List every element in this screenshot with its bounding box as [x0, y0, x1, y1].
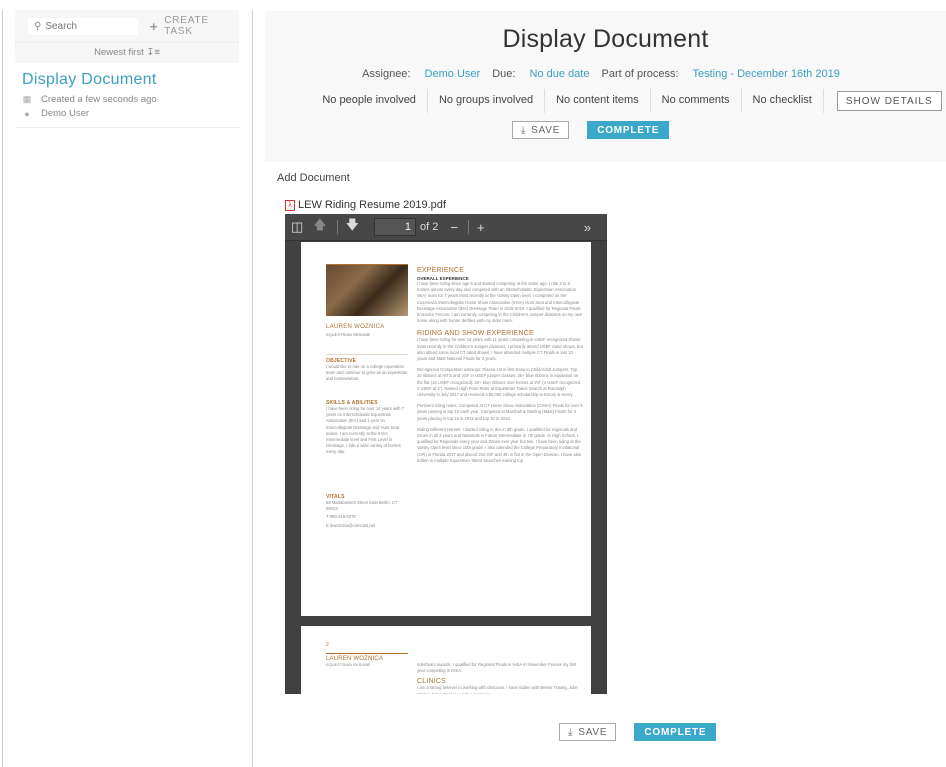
comments[interactable]: No comments: [651, 89, 742, 113]
skills-text: I have been riding for over 14 years wit…: [326, 406, 404, 455]
next-page-icon[interactable]: 🡇: [346, 216, 359, 238]
search-input[interactable]: ⚲ Search: [28, 17, 138, 35]
footer-actions: ⤓ SAVE COMPLETE: [559, 723, 717, 741]
show-details-button[interactable]: SHOW DETAILS: [836, 91, 942, 111]
wins-text: Recognized Competition winnings: Placed …: [417, 367, 582, 398]
experience-heading: EXPERIENCE: [417, 267, 465, 274]
search-placeholder: Search: [45, 20, 78, 32]
task-created-text: Created a few seconds ago: [41, 94, 157, 105]
task-meta: Assignee: Demo User Due: No due date Par…: [265, 68, 946, 80]
content-items[interactable]: No content items: [545, 89, 651, 113]
page2-content: rider/team awards. I qualified for Regio…: [417, 662, 583, 694]
objective-text: I would like to ride on a college equest…: [326, 364, 408, 382]
attached-file[interactable]: λ LEW Riding Resume 2019.pdf: [285, 199, 446, 211]
due-date-link[interactable]: No due date: [530, 68, 590, 80]
file-name-link[interactable]: LEW Riding Resume 2019.pdf: [298, 199, 446, 211]
continued-text: rider/team awards. I qualified for Regio…: [417, 662, 577, 674]
task-title[interactable]: Display Document: [22, 71, 232, 89]
process-link[interactable]: Testing - December 16th 2019: [692, 68, 839, 80]
people-involved[interactable]: No people involved: [311, 89, 428, 113]
rider-photo: [326, 264, 408, 316]
save-label: SAVE: [531, 124, 561, 136]
task-user-text: Demo User: [41, 108, 90, 119]
tools-menu-icon[interactable]: »: [584, 220, 591, 235]
download-icon: ⤓: [568, 726, 574, 738]
pertinent-text: Pertinent riding notes: Competed at CT H…: [417, 403, 583, 421]
pdf-viewer[interactable]: ◫ 🡅 🡇 1 of 2 − + » LAUREN WOZNICA EQUEST…: [285, 214, 607, 694]
page-title: Display Document: [502, 25, 709, 53]
footer-complete-button[interactable]: COMPLETE: [634, 723, 717, 741]
zoom-in-icon[interactable]: +: [477, 220, 485, 235]
create-task-button[interactable]: + CREATE TASK: [150, 15, 239, 37]
plus-icon: +: [149, 18, 159, 34]
column-divider: [252, 10, 253, 767]
page-number: 2: [326, 642, 329, 648]
due-label: Due:: [492, 68, 516, 80]
assignee-label: Assignee:: [362, 68, 411, 80]
page-number-input[interactable]: 1: [374, 218, 417, 236]
clinics-text: I am a strong believer in working with c…: [417, 685, 578, 694]
search-icon: ⚲: [34, 20, 42, 32]
vitals-address: 68 Mattabassett Street East Berlin, CT 0…: [326, 500, 398, 512]
pdf-page-1: LAUREN WOZNICA EQUESTRIAN RESUME OBJECTI…: [301, 242, 591, 616]
footer-save-button[interactable]: ⤓ SAVE: [559, 723, 617, 741]
toolbar-separator: [336, 220, 338, 234]
resume-name: LAUREN WOZNICA: [326, 324, 385, 330]
user-icon: ●: [24, 108, 30, 119]
sidebar-toggle-icon[interactable]: ◫: [291, 219, 303, 235]
zoom-out-icon[interactable]: −: [450, 220, 458, 235]
page-count: of 2: [420, 221, 439, 233]
groups-involved[interactable]: No groups involved: [428, 89, 546, 113]
pdf-icon: λ: [285, 199, 295, 211]
task-list-item[interactable]: Display Document ▦ Created a few seconds…: [15, 63, 239, 128]
add-document-label: Add Document: [277, 172, 350, 184]
task-info-row: No people involved No groups involved No…: [265, 89, 946, 113]
sort-icon: ↧≡: [146, 47, 160, 58]
checklist[interactable]: No checklist: [742, 89, 824, 113]
different-horses-text: Riding Different Horses: I started ridin…: [417, 426, 582, 463]
page2-header: 2 LAUREN WOZNICA EQUESTRIAN RESUME: [326, 642, 408, 668]
save-button[interactable]: ⤓ SAVE: [511, 121, 570, 139]
task-sidebar: ⚲ Search + CREATE TASK Newest first ↧≡ D…: [15, 10, 239, 128]
task-user: ● Demo User: [22, 108, 232, 119]
vitals-email: E lewoznica@comcast.net: [326, 522, 376, 528]
calendar-icon: ▦: [22, 94, 32, 104]
previous-page-icon[interactable]: 🡅: [313, 216, 326, 238]
process-label: Part of process:: [601, 68, 679, 80]
vitals-section: VITALS 68 Mattabassett Street East Berli…: [326, 494, 408, 529]
clinics-heading: CLINICS: [417, 678, 447, 686]
task-header: Display Document Assignee: Demo User Due…: [265, 11, 946, 162]
sort-label: Newest first: [94, 47, 144, 58]
assignee-link[interactable]: Demo User: [425, 68, 481, 80]
riding-heading: RIDING AND SHOW EXPERIENCE: [417, 330, 534, 338]
overall-text: I have been riding since age 5 and start…: [417, 281, 583, 324]
header-actions: ⤓ SAVE COMPLETE: [265, 121, 946, 139]
riding-text: I have been riding for over 14 years wit…: [417, 337, 583, 362]
resume-subtitle: EQUESTRIAN RESUME: [326, 332, 371, 337]
skills-section: SKILLS & ABILITIES I have been riding fo…: [326, 400, 408, 456]
sidebar-toolbar: ⚲ Search + CREATE TASK: [15, 10, 239, 42]
complete-button[interactable]: COMPLETE: [587, 121, 670, 139]
task-created: ▦ Created a few seconds ago: [22, 94, 232, 105]
sort-toggle[interactable]: Newest first ↧≡: [15, 42, 239, 63]
page2-subtitle: EQUESTRIAN RESUME: [326, 662, 371, 667]
objective-section: OBJECTIVE I would like to ride on a coll…: [326, 354, 408, 383]
create-task-label: CREATE TASK: [164, 15, 209, 37]
experience-section: EXPERIENCE OVERALL EXPERIENCE I have bee…: [417, 267, 583, 464]
download-icon: ⤓: [520, 124, 527, 136]
pdf-page-2: 2 LAUREN WOZNICA EQUESTRIAN RESUME rider…: [301, 626, 591, 694]
footer-save-label: SAVE: [578, 726, 608, 738]
pdf-toolbar: ◫ 🡅 🡇 1 of 2 − + »: [285, 214, 607, 241]
toolbar-separator: [468, 220, 469, 234]
left-border: [2, 10, 3, 767]
vitals-phone: T 860-416-0375: [326, 514, 356, 520]
